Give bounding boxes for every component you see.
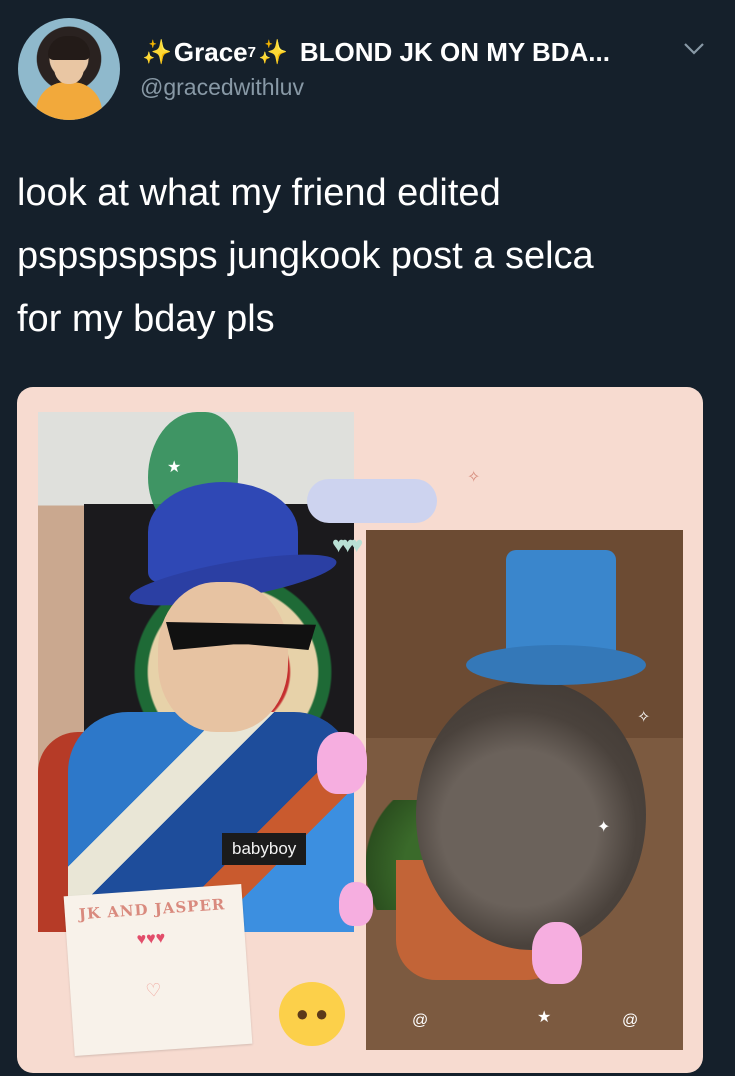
heart-emoji-icon: ♥♥♥ xyxy=(136,929,166,949)
star-icon: ✦ xyxy=(597,819,611,836)
blue-top-hat xyxy=(506,550,616,660)
note-card: JK AND JASPER ♥♥♥ ♡ xyxy=(63,883,253,1057)
blue-top-hat-brim xyxy=(466,645,646,685)
sparkle-icon: ✧ xyxy=(637,709,651,726)
tweet-text: look at what my friend edited pspspspsps… xyxy=(17,162,717,351)
display-name-suffix: BLOND JK ON MY BDA... xyxy=(299,36,610,67)
display-name-sup: 7 xyxy=(247,43,256,61)
avatar[interactable] xyxy=(18,18,120,120)
tweet-text-line: look at what my friend edited xyxy=(17,172,501,214)
pleading-face-icon: ● ● xyxy=(279,982,345,1046)
swirl-icon: @ xyxy=(622,1012,639,1029)
tweet-media-image[interactable]: ♥♥♥ babyboy JK AND JASPER ♥♥♥ ♡ ● ● ★ ✦ … xyxy=(17,387,703,1073)
sparkles-icon: ✨ xyxy=(142,38,172,66)
chevron-down-icon[interactable] xyxy=(681,36,707,62)
cloud-sticker xyxy=(307,479,437,523)
bunny-photo xyxy=(366,530,683,1050)
avatar-hair xyxy=(48,36,90,60)
caption-label: babyboy xyxy=(222,833,307,865)
tweet-header: ✨ Grace 7 ✨ BLOND JK ON MY BDA... @graced… xyxy=(0,0,735,130)
face xyxy=(158,582,288,732)
sparkles-icon: ✨ xyxy=(257,38,288,66)
swirl-icon: @ xyxy=(412,1012,429,1029)
bunny xyxy=(416,680,646,950)
star-icon: ★ xyxy=(537,1009,552,1026)
heart-outline-icon: ♡ xyxy=(144,979,163,1001)
cooky-sticker xyxy=(532,922,582,984)
cooky-sticker xyxy=(317,732,367,794)
display-name: Grace xyxy=(173,36,248,67)
note-title: JK AND JASPER xyxy=(78,895,226,924)
tweet-text-line: for my bday pls xyxy=(17,298,275,340)
avatar-shirt xyxy=(36,82,102,120)
star-icon: ★ xyxy=(167,459,182,476)
jungkook-photo xyxy=(38,412,354,932)
sparkle-icon: ✧ xyxy=(467,469,481,486)
user-handle[interactable]: @gracedwithluv xyxy=(140,74,304,101)
tweet-text-line: pspspspsps jungkook post a selca xyxy=(17,235,594,277)
cooky-sticker xyxy=(339,882,373,926)
display-name-row[interactable]: ✨ Grace 7 ✨ BLOND JK ON MY BDA... xyxy=(140,32,624,72)
hearts-sticker: ♥♥♥ xyxy=(332,532,363,557)
